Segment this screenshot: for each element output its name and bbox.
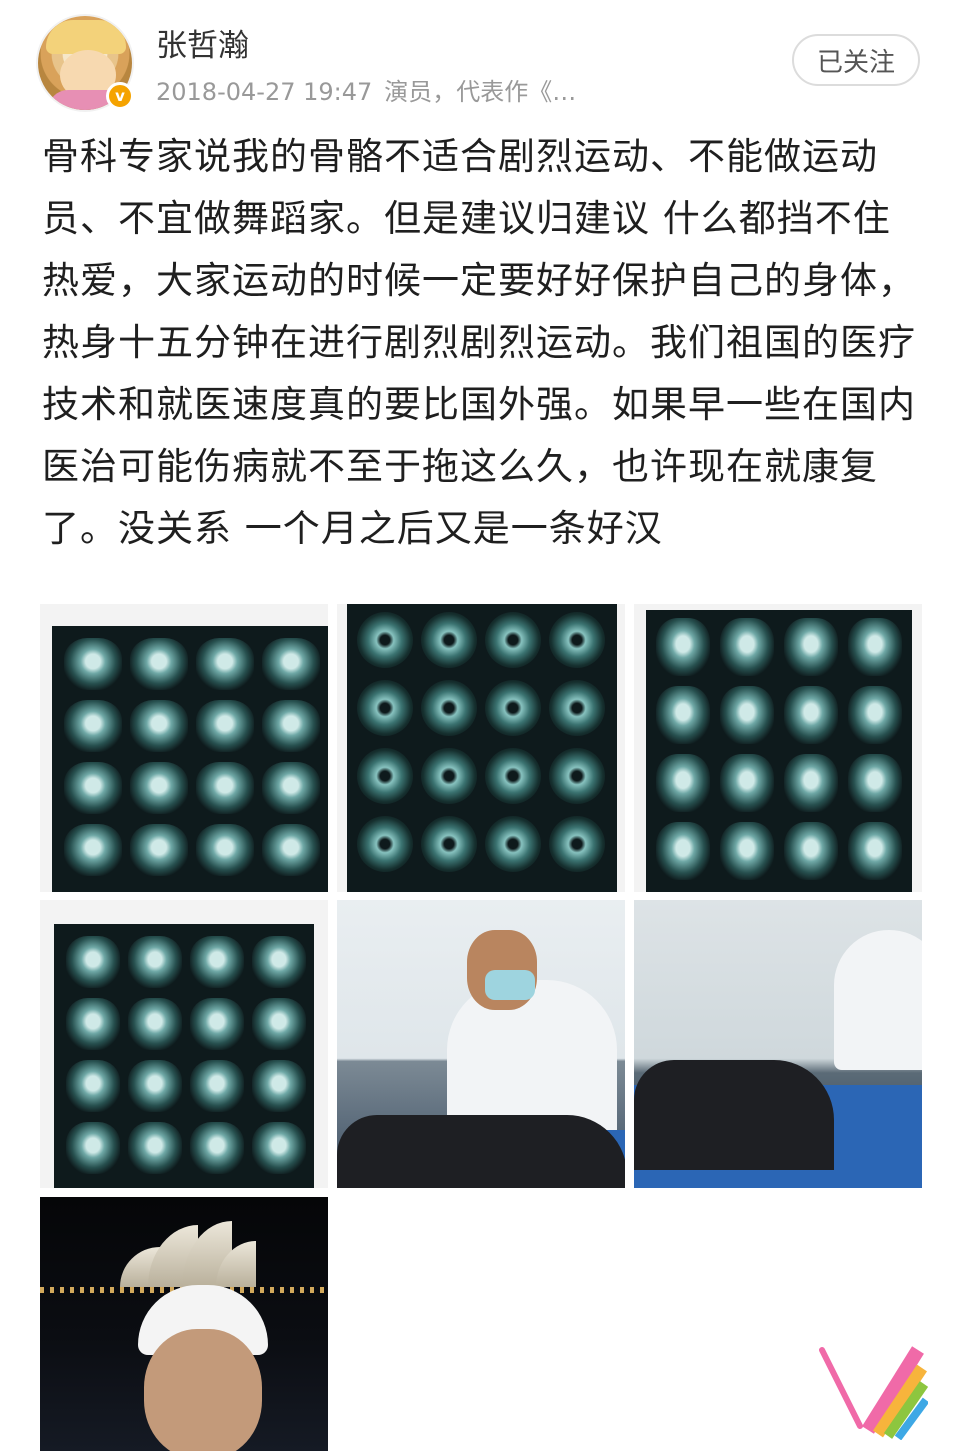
patient-figure bbox=[337, 1115, 625, 1188]
patient-figure bbox=[634, 1060, 834, 1170]
opera-house bbox=[120, 1217, 260, 1287]
selfie-face bbox=[144, 1329, 262, 1451]
verified-badge-icon: v bbox=[106, 82, 134, 110]
post-meta: 2018-04-27 19:47 演员，代表作《… bbox=[156, 72, 576, 107]
post-text: 骨科专家说我的骨骼不适合剧烈运动、不能做运动员、不宜做舞蹈家。但是建议归建议 什… bbox=[42, 135, 916, 550]
nurse-figure bbox=[834, 930, 922, 1070]
photo-mri-3[interactable] bbox=[634, 604, 922, 892]
post-source[interactable]: 演员，代表作《… bbox=[384, 78, 576, 106]
photo-mri-1[interactable] bbox=[40, 604, 328, 892]
username[interactable]: 张哲瀚 bbox=[156, 20, 249, 65]
photo-night-selfie[interactable] bbox=[40, 1197, 328, 1451]
post-timestamp: 2018-04-27 19:47 bbox=[156, 78, 373, 106]
photo-mri-2[interactable] bbox=[337, 604, 625, 892]
follow-button[interactable]: 已关注 bbox=[792, 34, 920, 86]
avatar-hat bbox=[46, 20, 126, 54]
surgical-mask bbox=[485, 970, 535, 1000]
photo-patient-treatment[interactable] bbox=[634, 900, 922, 1188]
rainbow-logo-icon bbox=[819, 1346, 928, 1440]
photo-mri-4[interactable] bbox=[40, 900, 328, 1188]
photo-doctor-treatment[interactable] bbox=[337, 900, 625, 1188]
post-header: v 张哲瀚 2018-04-27 19:47 演员，代表作《… 已关注 bbox=[0, 0, 960, 120]
